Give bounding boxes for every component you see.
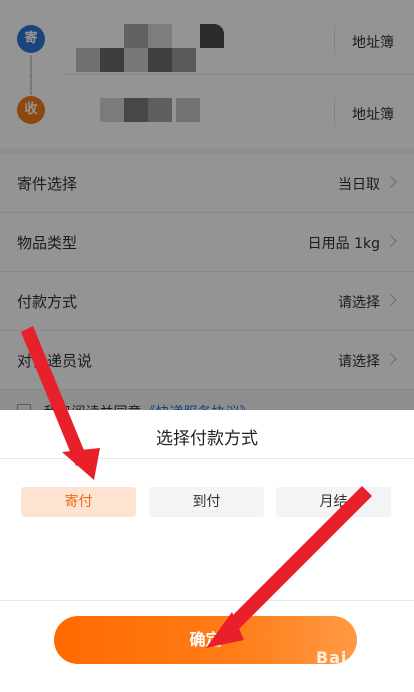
sheet-divider-top bbox=[0, 458, 414, 459]
sheet-title: 选择付款方式 bbox=[156, 429, 258, 449]
payment-option-sender-pays[interactable]: 寄付 bbox=[21, 487, 136, 517]
confirm-button[interactable]: 确定 bbox=[54, 616, 357, 664]
sheet-divider-bottom bbox=[0, 600, 414, 601]
payment-option-monthly[interactable]: 月结 bbox=[276, 487, 391, 517]
payment-option-receiver-pays[interactable]: 到付 bbox=[149, 487, 264, 517]
watermark: Bai 经验 bbox=[315, 648, 388, 667]
